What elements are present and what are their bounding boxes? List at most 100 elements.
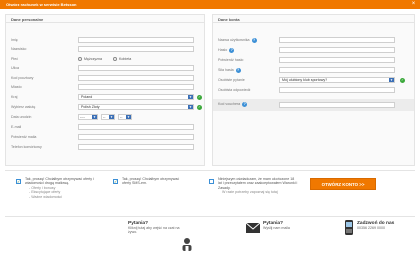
birthdate-label: Data urodzin: [11, 115, 32, 119]
security-answer-row: Osobista odpowiedź: [213, 87, 414, 94]
city-label: Miasto: [11, 85, 22, 89]
security-question-select[interactable]: Mój ulubiony klub sportowy? ▼: [279, 77, 395, 83]
first-name-input[interactable]: [78, 37, 194, 43]
security-answer-input[interactable]: [279, 87, 395, 93]
email-label: E-mail: [11, 125, 22, 129]
newsletter-consent-text: Tak, proszę! Chciałbym otrzymywać oferty…: [25, 177, 94, 186]
username-row: Nazwa użytkownika?: [213, 37, 414, 44]
phone-contact-block: Zadzwoń do nas 00356 2269 0000: [357, 221, 417, 230]
divider: [5, 216, 415, 217]
password-label-text: Hasło: [218, 48, 228, 52]
username-input[interactable]: [279, 37, 395, 43]
postcode-row: Kod pocztowy: [6, 75, 204, 82]
chevron-down-icon: ▼: [188, 105, 193, 109]
security-answer-label: Osobista odpowiedź: [218, 88, 251, 92]
country-row: Kraj Poland ▼ ✓: [6, 94, 204, 101]
street-input[interactable]: [78, 65, 194, 71]
password-input[interactable]: [279, 47, 395, 53]
confirm-password-input[interactable]: [279, 57, 395, 63]
confirm-email-row: Potwierdź maila: [6, 134, 204, 141]
confirm-email-label: Potwierdź maila: [11, 135, 37, 139]
security-question-row: Osobiste pytanie Mój ulubiony klub sport…: [213, 77, 414, 84]
birth-month-select[interactable]: -- ▼: [101, 114, 115, 120]
country-value: Poland: [81, 95, 93, 99]
gender-male-radio[interactable]: [78, 57, 82, 61]
city-input[interactable]: [78, 84, 194, 90]
confirm-password-row: Potwierdź hasło: [213, 57, 414, 64]
first-name-row: Imię: [6, 37, 204, 44]
gender-male-label: Mężczyzna: [84, 57, 102, 61]
phone-icon: [345, 220, 353, 236]
country-select[interactable]: Poland ▼: [78, 94, 194, 100]
personal-data-panel: Dane personalne Imię Nazwisko Płeć Mężcz…: [5, 14, 205, 166]
mobile-input[interactable]: [78, 144, 194, 150]
security-question-label: Osobiste pytanie: [218, 78, 245, 82]
voucher-input[interactable]: [279, 102, 395, 108]
currency-select[interactable]: Polish Złoty ▼: [78, 104, 194, 110]
divider: [5, 170, 415, 171]
sms-consent: Tak, proszę! Chciałbym otrzymywać oferty…: [122, 177, 184, 186]
help-icon[interactable]: ?: [229, 48, 235, 53]
live-chat-block[interactable]: Pytania? Kliknij tutaj aby wejść na czat…: [128, 221, 186, 235]
email-contact-block[interactable]: Pytania? Wyślij nam maila: [263, 221, 318, 230]
birth-day-select[interactable]: -- ▼: [118, 114, 132, 120]
gender-female-radio[interactable]: [113, 57, 117, 61]
username-label-text: Nazwa użytkownika: [218, 38, 250, 42]
mail-icon: [245, 222, 261, 234]
open-account-button[interactable]: OTWÓRZ KONTO >>: [310, 178, 376, 190]
password-strength-label: Siła hasła?: [218, 68, 241, 73]
voucher-label: Kod vouchera?: [218, 102, 248, 107]
chevron-down-icon: ▼: [92, 115, 97, 119]
email-row: E-mail: [6, 124, 204, 131]
currency-label: Wybierz walutę: [11, 105, 36, 109]
help-icon[interactable]: ?: [235, 68, 241, 73]
voucher-label-text: Kod vouchera: [218, 102, 241, 106]
email-input[interactable]: [78, 124, 194, 130]
check-icon: ✓: [400, 77, 405, 83]
phone-number[interactable]: 00356 2269 0000: [357, 226, 417, 230]
last-name-input[interactable]: [78, 46, 194, 52]
gender-label: Płeć: [11, 57, 18, 61]
username-label: Nazwa użytkownika?: [218, 38, 257, 43]
close-icon[interactable]: ×: [410, 1, 417, 8]
birth-month-value: --: [103, 115, 106, 119]
security-question-value: Mój ulubiony klub sportowy?: [282, 78, 328, 82]
birth-day-value: --: [120, 115, 123, 119]
live-chat-text[interactable]: Kliknij tutaj aby wejść na czat na żywo.: [128, 226, 186, 235]
newsletter-consent: Tak, proszę! Chciałbym otrzymywać oferty…: [25, 177, 100, 199]
personal-data-heading: Dane personalne: [6, 15, 204, 23]
birthdate-row: Data urodzin ---- ▼ -- ▼ -- ▼: [6, 114, 204, 121]
password-strength-meter: [279, 67, 395, 73]
voucher-row: Kod vouchera?: [213, 99, 414, 111]
terms-consent-text: Niniejszym oświadczam, że mam ukończone …: [218, 177, 298, 190]
chevron-down-icon: ▼: [188, 95, 193, 99]
help-icon[interactable]: ?: [251, 38, 257, 43]
newsletter-checkbox[interactable]: ✓: [16, 179, 21, 184]
currency-row: Wybierz walutę Polish Złoty ▼ ✓: [6, 104, 204, 111]
help-icon[interactable]: ?: [242, 102, 248, 107]
last-name-label: Nazwisko: [11, 47, 27, 51]
account-data-heading: Dane konta: [213, 15, 414, 23]
account-data-panel: Dane konta Nazwa użytkownika? Hasło? Pot…: [212, 14, 415, 166]
password-label: Hasło?: [218, 48, 235, 53]
check-icon: ✓: [197, 94, 202, 100]
confirm-email-input[interactable]: [78, 134, 194, 140]
postcode-label: Kod pocztowy: [11, 76, 34, 80]
confirm-password-label: Potwierdź hasło: [218, 58, 244, 62]
sms-consent-text: Tak, proszę! Chciałbym otrzymywać oferty…: [122, 177, 180, 186]
postcode-input[interactable]: [78, 75, 194, 81]
sms-checkbox[interactable]: ✓: [113, 179, 118, 184]
birth-year-value: ----: [80, 115, 85, 119]
terms-checkbox[interactable]: [209, 179, 214, 184]
newsletter-sub-item: - Ważne wiadomości: [29, 194, 63, 199]
support-agent-icon: [181, 237, 193, 252]
birth-year-select[interactable]: ---- ▼: [78, 114, 98, 120]
chevron-down-icon: ▼: [389, 78, 394, 82]
chevron-down-icon: ▼: [126, 115, 131, 119]
email-contact-text[interactable]: Wyślij nam maila: [263, 226, 318, 230]
last-name-row: Nazwisko: [6, 46, 204, 53]
gender-female-label: Kobieta: [119, 57, 132, 61]
terms-link[interactable]: W razie potrzeby zapoznaj się tutaj: [218, 190, 298, 194]
first-name-label: Imię: [11, 38, 18, 42]
password-strength-row: Siła hasła?: [213, 67, 414, 74]
